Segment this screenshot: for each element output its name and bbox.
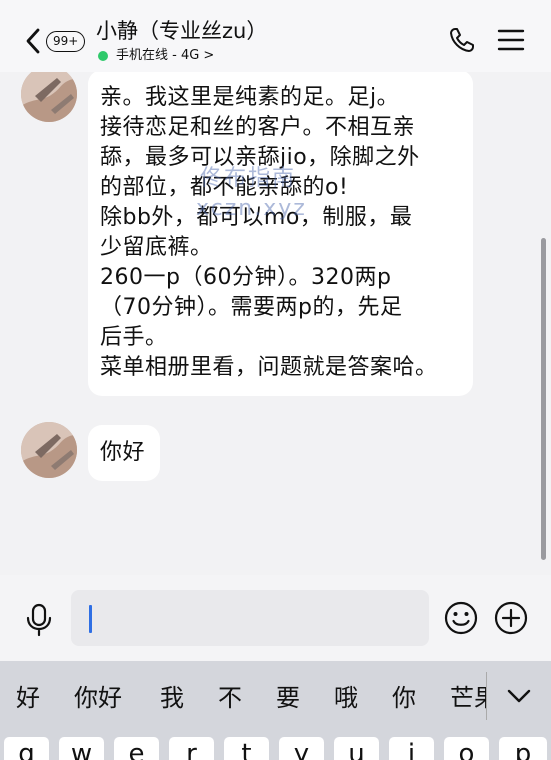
microphone-icon[interactable]: [24, 603, 54, 637]
key-t[interactable]: t: [224, 737, 269, 760]
message-line: 亲。我这里是纯素的足。足j。: [100, 85, 400, 110]
text-caret: [89, 605, 92, 633]
status-chevron-icon: >: [203, 48, 215, 63]
suggestion-item[interactable]: 哦: [334, 682, 358, 714]
message-bubble[interactable]: 你好: [88, 425, 160, 481]
key-r[interactable]: r: [169, 737, 214, 760]
key-u[interactable]: u: [334, 737, 379, 760]
message-line: 除bb外，都可以mo，制服，最: [100, 205, 413, 230]
contact-name[interactable]: 小静（专业丝zu）: [96, 17, 267, 45]
key-q[interactable]: q: [4, 737, 49, 760]
key-y[interactable]: y: [279, 737, 324, 760]
online-status[interactable]: 手机在线 - 4G >: [98, 47, 214, 65]
contact-avatar[interactable]: [21, 66, 77, 122]
key-p[interactable]: p: [499, 737, 547, 760]
scrollbar[interactable]: [541, 238, 546, 560]
message-line: 你好: [100, 440, 146, 465]
online-dot-icon: [98, 51, 108, 61]
back-chevron-icon[interactable]: [22, 24, 46, 58]
suggestion-item[interactable]: 我: [160, 682, 184, 714]
message-line: 菜单相册里看，问题就是答案哈。: [100, 355, 438, 380]
message-bubble[interactable]: 亲。我这里是纯素的足。足j。 接待恋足和丝的客户。不相互亲 舔，最多可以亲舔ji…: [88, 70, 473, 396]
key-o[interactable]: o: [444, 737, 489, 760]
message-line: （70分钟）。需要两p的，先足: [100, 295, 403, 320]
phone-icon[interactable]: [448, 26, 476, 54]
message-line: 的部位，都不能亲舔的o!: [100, 175, 349, 200]
suggestion-item[interactable]: 好: [16, 682, 40, 714]
suggestion-item[interactable]: 不: [218, 682, 242, 714]
message-line: 260一p（60分钟）。320两p: [100, 265, 392, 290]
chevron-down-icon[interactable]: [507, 688, 531, 704]
chat-header: 99+ 小静（专业丝zu） 手机在线 - 4G >: [0, 0, 551, 72]
suggestion-item[interactable]: 芒果: [450, 682, 486, 714]
plus-icon[interactable]: [493, 600, 529, 636]
message-line: 接待恋足和丝的客户。不相互亲: [100, 115, 416, 140]
message-input[interactable]: [71, 590, 429, 646]
suggestion-item[interactable]: 你好: [74, 682, 122, 714]
contact-avatar[interactable]: [21, 422, 77, 478]
suggestion-item[interactable]: 你: [392, 682, 416, 714]
message-line: 舔，最多可以亲舔jio，除脚之外: [100, 145, 420, 170]
unread-count-badge[interactable]: 99+: [46, 31, 86, 52]
suggestion-divider: [486, 672, 487, 720]
suggestion-item[interactable]: 要: [276, 682, 300, 714]
menu-icon[interactable]: [497, 28, 525, 52]
key-e[interactable]: e: [114, 737, 159, 760]
online-status-text: 手机在线 - 4G: [116, 48, 200, 63]
key-w[interactable]: w: [59, 737, 104, 760]
message-line: 后手。: [100, 325, 168, 350]
message-line: 少留底裤。: [100, 235, 213, 260]
key-i[interactable]: i: [389, 737, 434, 760]
emoji-icon[interactable]: [443, 600, 479, 636]
